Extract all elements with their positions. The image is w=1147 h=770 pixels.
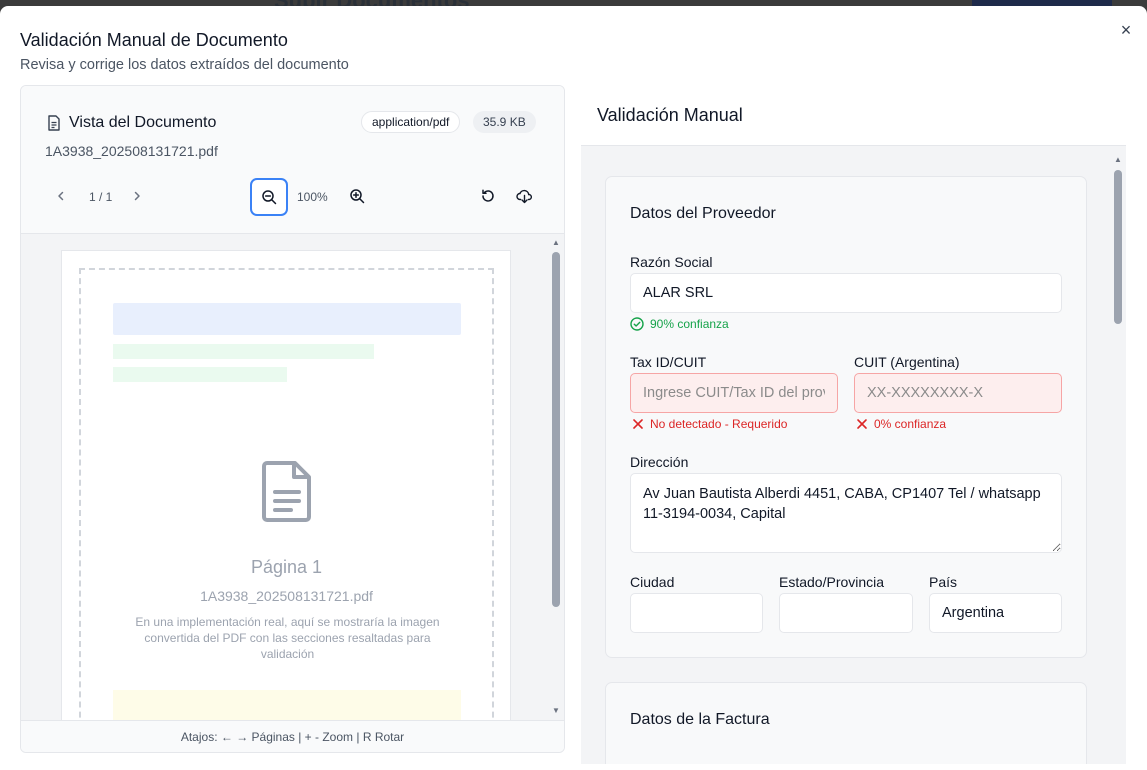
scroll-up-arrow[interactable]: ▲ [552, 238, 560, 247]
modal-subtitle: Revisa y corrige los datos extraídos del… [20, 57, 349, 73]
cuit-input[interactable] [854, 373, 1062, 413]
zoom-out-button[interactable] [250, 178, 288, 216]
zoom-out-icon [262, 190, 277, 205]
document-icon [262, 461, 311, 522]
close-button[interactable]: × [1116, 20, 1136, 40]
razon-social-input[interactable] [630, 273, 1062, 313]
ciudad-label: Ciudad [630, 574, 675, 590]
cuit-label: CUIT (Argentina) [854, 354, 960, 370]
pais-input[interactable] [929, 593, 1062, 633]
ciudad-input[interactable] [630, 593, 763, 633]
highlight-line [113, 344, 374, 359]
pais-label: País [929, 574, 958, 590]
estado-input[interactable] [779, 593, 913, 633]
size-badge: 35.9 KB [473, 111, 536, 133]
zoom-in-icon [350, 189, 365, 204]
viewer-header: Vista del Documento application/pdf 35.9… [21, 86, 564, 234]
viewer-scroll-thumb[interactable] [552, 252, 560, 607]
download-icon [515, 189, 532, 204]
tax-id-input[interactable] [630, 373, 838, 413]
page-label: Página 1 [250, 557, 323, 577]
check-circle-icon [630, 317, 644, 331]
next-page-button[interactable] [123, 182, 151, 210]
document-viewer-panel: Vista del Documento application/pdf 35.9… [20, 85, 565, 753]
tax-id-label: Tax ID/CUIT [630, 354, 707, 370]
document-page: Página 1 1A3938_202508131721.pdf En una … [61, 250, 511, 720]
validation-form: Datos del Proveedor Razón Social 90% con… [581, 146, 1126, 764]
cuit-confidence: 0% confianza [856, 417, 946, 431]
tax-id-error: No detectado - Requerido [632, 417, 787, 431]
close-icon: × [1120, 19, 1132, 40]
zoom-level: 100% [297, 190, 328, 204]
razon-social-label: Razón Social [630, 254, 713, 270]
error-text: No detectado - Requerido [650, 417, 788, 431]
provider-card: Datos del Proveedor Razón Social 90% con… [605, 176, 1087, 658]
viewer-title: Vista del Documento [69, 114, 217, 131]
scroll-up-arrow[interactable]: ▲ [1114, 155, 1122, 164]
highlight-footer [113, 690, 461, 720]
rotate-icon [482, 189, 494, 202]
chevron-right-icon [134, 191, 140, 201]
document-icon [48, 115, 60, 131]
highlight-line [113, 367, 287, 382]
zoom-in-button[interactable] [343, 182, 371, 210]
form-scroll-thumb[interactable] [1114, 170, 1122, 324]
x-icon [857, 419, 867, 429]
direccion-textarea[interactable]: Av Juan Bautista Alberdi 4451, CABA, CP1… [630, 473, 1062, 553]
direccion-label: Dirección [630, 454, 689, 470]
highlight-header [113, 303, 461, 335]
x-icon [633, 419, 643, 429]
document-filename: 1A3938_202508131721.pdf [45, 143, 218, 159]
modal-title: Validación Manual de Documento [20, 30, 288, 50]
confidence-text: 90% confianza [650, 317, 729, 331]
download-button[interactable] [510, 182, 538, 210]
document-canvas[interactable]: Página 1 1A3938_202508131721.pdf En una … [21, 234, 564, 720]
page-filename: 1A3938_202508131721.pdf [200, 588, 373, 604]
razon-social-confidence: 90% confianza [630, 317, 729, 331]
validation-title: Validación Manual [597, 105, 743, 125]
chevron-left-icon [58, 191, 64, 201]
confidence-text: 0% confianza [874, 417, 947, 431]
page-placeholder: Página 1 1A3938_202508131721.pdf En una … [79, 268, 494, 720]
mime-badge: application/pdf [361, 111, 461, 133]
estado-label: Estado/Provincia [779, 574, 885, 590]
keyboard-shortcuts: Atajos: ← → Páginas | + - Zoom | R Rotar [21, 720, 564, 752]
prev-page-button[interactable] [47, 182, 75, 210]
invoice-section-title: Datos de la Factura [630, 711, 770, 728]
page-indicator: 1 / 1 [89, 190, 113, 204]
scroll-down-arrow[interactable]: ▼ [552, 706, 560, 715]
invoice-card: Datos de la Factura [605, 682, 1087, 764]
page-description: En una implementación real, aquí se most… [135, 615, 440, 661]
rotate-button[interactable] [474, 182, 502, 210]
provider-section-title: Datos del Proveedor [630, 205, 776, 222]
